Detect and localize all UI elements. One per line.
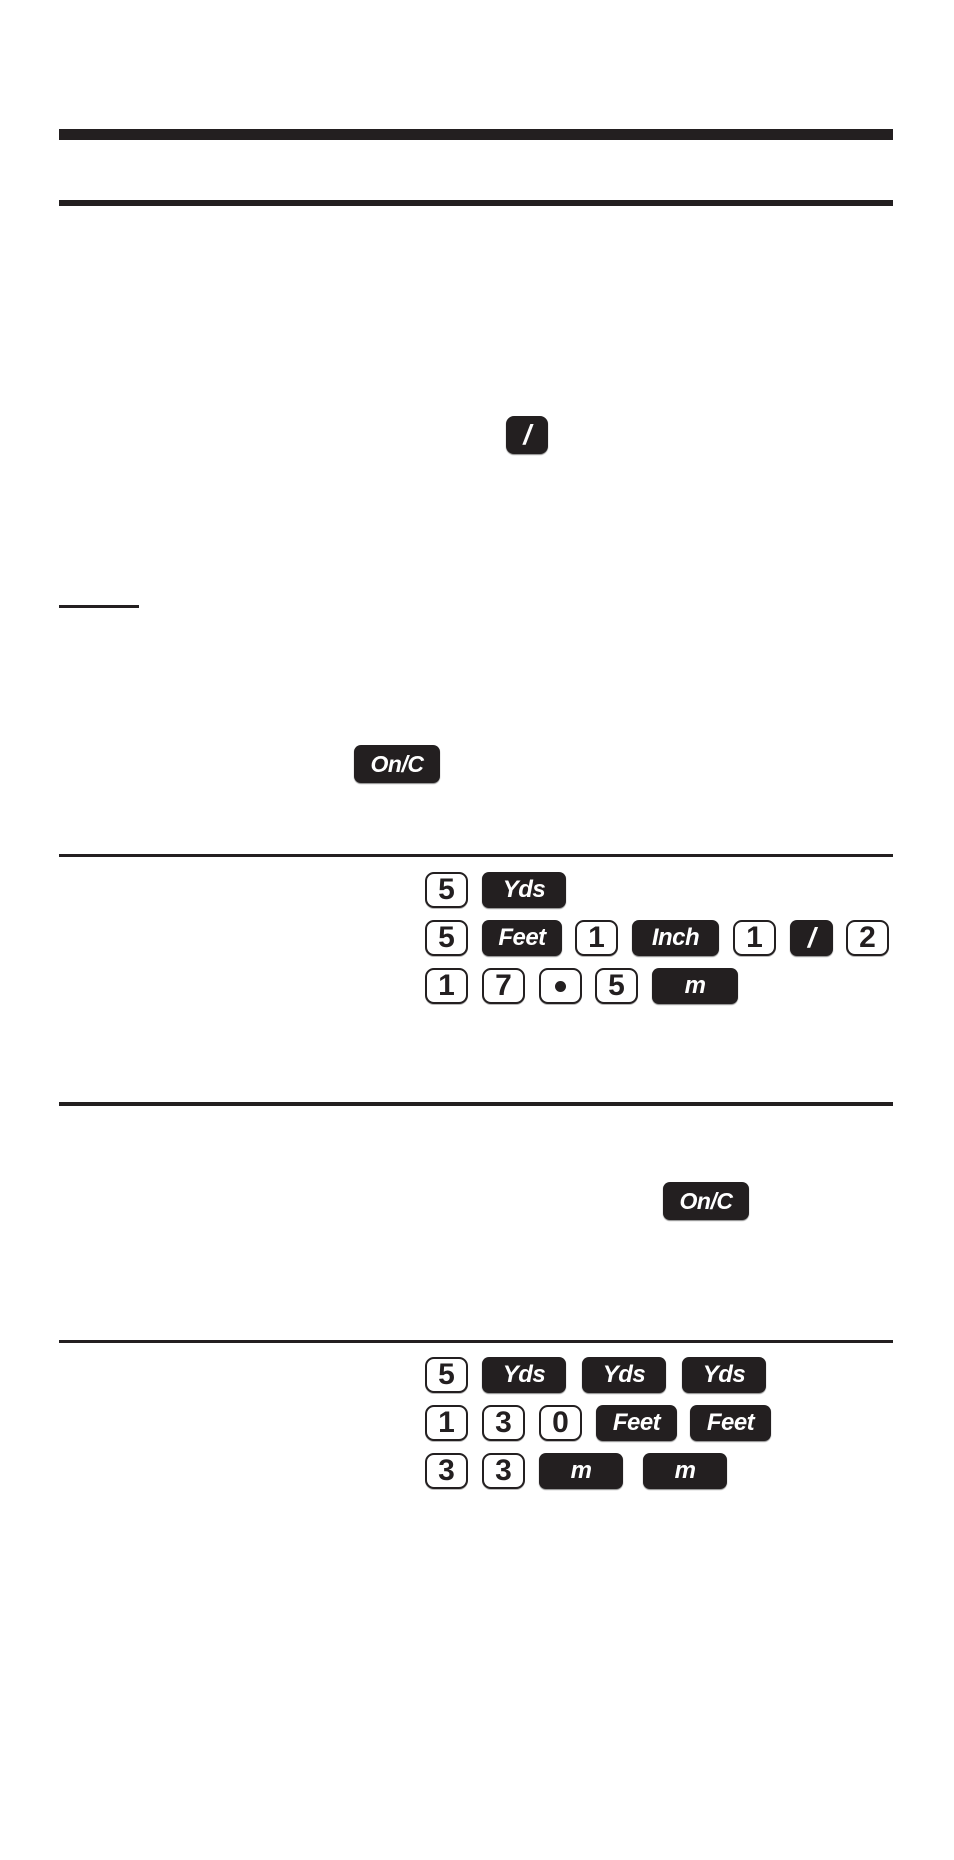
key-label: 1 (746, 921, 763, 954)
key-label: Yds (602, 1361, 646, 1388)
on-clear-key[interactable]: On/C (354, 745, 440, 783)
key-label: 1 (438, 969, 455, 1002)
example-2-top-rule (59, 1340, 893, 1343)
key-label: 3 (438, 1454, 455, 1487)
example-1-top-rule (59, 854, 893, 857)
header-thin-rule (59, 200, 893, 206)
key-1[interactable]: 1 (575, 920, 618, 956)
key-label: 3 (495, 1406, 512, 1439)
key-label: 0 (552, 1406, 569, 1439)
key-label: 1 (588, 921, 605, 954)
key-label: 5 (438, 921, 455, 954)
key-label: m (684, 972, 706, 999)
note-underline (59, 605, 139, 608)
yards-key[interactable]: Yds (682, 1357, 766, 1393)
decimal-point-icon (555, 980, 566, 992)
key-label: Feet (498, 924, 546, 951)
key-0[interactable]: 0 (539, 1405, 582, 1441)
key-3[interactable]: 3 (425, 1453, 468, 1489)
on-clear-key[interactable]: On/C (663, 1182, 749, 1220)
key-5[interactable]: 5 (425, 920, 468, 956)
on-clear-key-label: On/C (370, 750, 424, 777)
key-label: 1 (438, 1406, 455, 1439)
key-5[interactable]: 5 (425, 1357, 468, 1393)
key-7[interactable]: 7 (482, 968, 525, 1004)
section-2-top-rule (59, 1102, 893, 1106)
key-1[interactable]: 1 (733, 920, 776, 956)
yards-key[interactable]: Yds (482, 1357, 566, 1393)
key-1[interactable]: 1 (425, 1405, 468, 1441)
key-label: Yds (702, 1361, 746, 1388)
feet-key[interactable]: Feet (482, 920, 562, 956)
key-label: Yds (502, 1361, 546, 1388)
key-label: / (807, 922, 816, 953)
feet-key[interactable]: Feet (690, 1405, 771, 1441)
divide-key[interactable]: / (790, 920, 833, 956)
header-thick-rule (59, 129, 893, 140)
key-label: 2 (859, 921, 876, 954)
key-label: Inch (651, 924, 700, 951)
key-label: 5 (608, 969, 625, 1002)
key-label: m (570, 1457, 592, 1484)
key-label: 3 (495, 1454, 512, 1487)
key-1[interactable]: 1 (425, 968, 468, 1004)
key-label: Yds (502, 876, 546, 903)
on-clear-key-label: On/C (679, 1187, 733, 1214)
key-label: 7 (495, 969, 512, 1002)
divide-key[interactable]: / (506, 416, 548, 454)
key-label: 5 (438, 1358, 455, 1391)
key-3[interactable]: 3 (482, 1453, 525, 1489)
yards-key[interactable]: Yds (482, 872, 566, 908)
decimal-point-key[interactable] (539, 968, 582, 1004)
key-label: Feet (706, 1409, 755, 1436)
meters-key[interactable]: m (652, 968, 738, 1004)
key-5[interactable]: 5 (425, 872, 468, 908)
inch-key[interactable]: Inch (632, 920, 719, 956)
key-label: 5 (438, 873, 455, 906)
meters-key[interactable]: m (643, 1453, 727, 1489)
divide-key-label: / (523, 419, 531, 450)
key-label: Feet (612, 1409, 661, 1436)
key-3[interactable]: 3 (482, 1405, 525, 1441)
feet-key[interactable]: Feet (596, 1405, 677, 1441)
yards-key[interactable]: Yds (582, 1357, 666, 1393)
meters-key[interactable]: m (539, 1453, 623, 1489)
key-2[interactable]: 2 (846, 920, 889, 956)
key-5[interactable]: 5 (595, 968, 638, 1004)
key-label: m (674, 1457, 696, 1484)
